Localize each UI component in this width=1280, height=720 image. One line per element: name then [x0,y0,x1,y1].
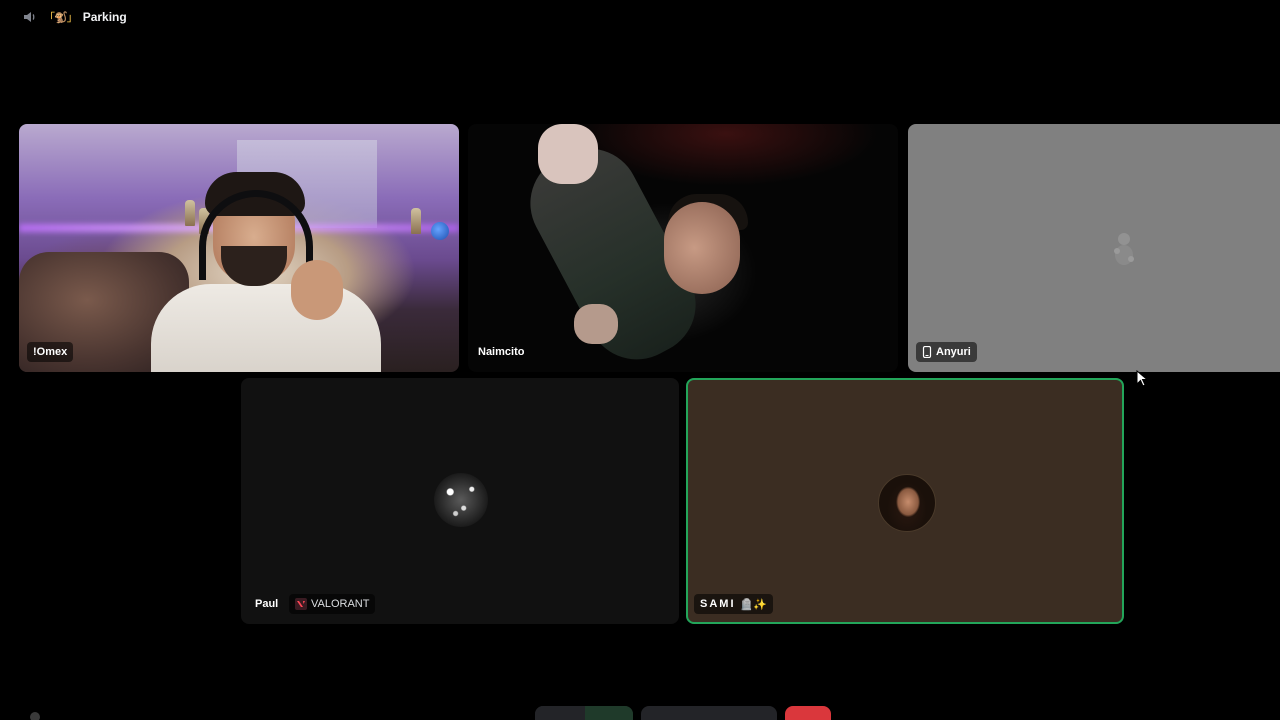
participant-name: SAMI [700,598,736,610]
participant-video-fist [538,124,598,184]
globe-decoration [431,222,449,240]
participant-name-label: Anyuri [916,342,977,362]
participant-name: Paul [255,598,279,610]
participant-name: !Omex [33,346,68,358]
avatar-figure-icon [1114,233,1134,265]
camera-button[interactable] [641,706,777,720]
participant-tile-sami[interactable]: SAMI 🪦✨ [686,378,1124,624]
participant-name: Naimcito [478,346,525,358]
name-emoji: 🪦✨ [739,598,767,611]
voice-call-window: 「🐒」 Parking !Omex Naimcito Anyuri Paul V… [0,0,1280,720]
participant-name: Anyuri [936,346,971,358]
participant-tile-anyuri[interactable]: Anyuri [908,124,1280,372]
participant-tile-paul[interactable]: Paul VALORANT [241,378,679,624]
avatar [878,474,936,532]
participant-video-hand [574,304,618,344]
channel-header: 「🐒」 Parking [22,8,127,26]
channel-name[interactable]: Parking [83,10,127,24]
participant-tile-naimcito[interactable]: Naimcito [468,124,898,372]
channel-emoji: 「🐒」 [44,12,78,24]
speaker-icon[interactable] [22,9,38,25]
avatar [434,473,488,527]
participant-video-face [664,202,740,294]
mouse-cursor-icon [1136,370,1149,387]
participant-name-label: !Omex [27,342,74,362]
microphone-button[interactable] [535,706,633,720]
participant-tile-omex[interactable]: !Omex [19,124,459,372]
settings-icon[interactable] [30,712,40,720]
call-controls [535,706,831,720]
activity-name: VALORANT [311,598,370,610]
participant-name-label: Paul [253,594,284,614]
participant-video-person [131,172,381,372]
activity-badge[interactable]: VALORANT [289,594,376,614]
participant-name-label: SAMI 🪦✨ [694,594,773,614]
trophy-decoration [411,208,421,234]
valorant-icon [295,598,307,610]
phone-icon [922,346,932,358]
participant-name-label: Naimcito [476,342,530,362]
disconnect-button[interactable] [785,706,831,720]
